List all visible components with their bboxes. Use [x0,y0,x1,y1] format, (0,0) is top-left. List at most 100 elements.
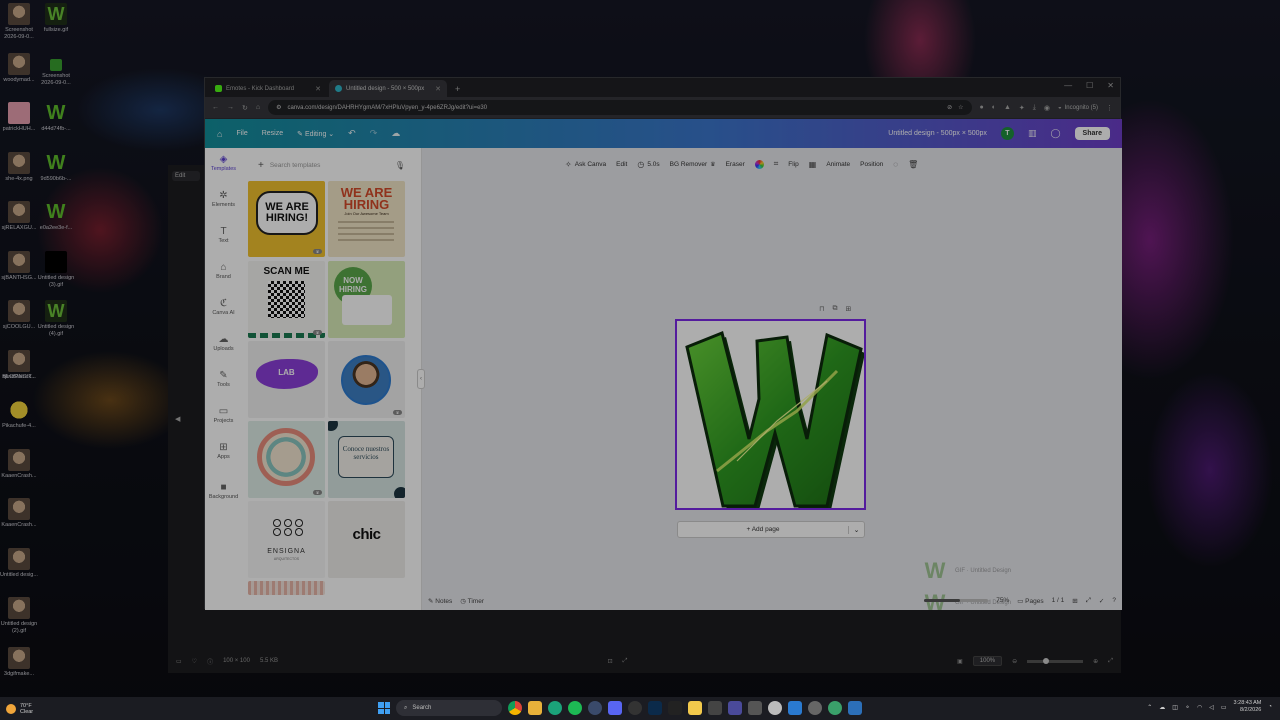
download-icon[interactable]: ⤓ [1033,104,1036,112]
back-icon[interactable]: ← [212,104,219,111]
desktop-file-icon[interactable]: Wfullsize.gif [37,3,75,34]
zoom-out-icon[interactable]: ⊖ [1012,658,1017,665]
nav-tools[interactable]: ✎ Tools [205,364,242,400]
desktop-file-icon[interactable]: sjCOOLGU... [0,300,38,331]
desktop-file-icon[interactable]: KaaenCrash... [0,448,38,480]
steam-icon[interactable] [588,701,602,715]
nav-brand[interactable]: ⌂ Brand [205,256,242,292]
transparency-icon[interactable]: ▦ [809,160,817,169]
extensions-puzzle-icon[interactable]: ✦ [1019,104,1025,112]
home-icon[interactable]: ⌂ [256,104,260,111]
check-icon[interactable]: ✓ [1099,597,1104,605]
outer-edit-button[interactable]: Edit [172,171,200,181]
desktop-file-icon[interactable]: sjBANTHSG... [0,250,38,282]
color-swatch-icon[interactable] [754,159,764,169]
desktop-file-icon[interactable]: 3dgifmake... [0,646,38,678]
outer-zoom-select[interactable]: 100% [972,656,1003,666]
desktop-file-icon[interactable]: patrickHUH... [0,102,38,133]
screen-icon[interactable]: ▣ [957,658,963,665]
template-card[interactable]: ♛ [248,421,325,498]
sticky-notes-icon[interactable] [688,701,702,715]
green-w-letter[interactable] [677,321,866,510]
clock[interactable]: 3:28:43 AM 8/2/2026 [1234,700,1262,714]
vscode-icon[interactable] [728,701,742,715]
new-tab-button[interactable]: + [449,84,466,97]
template-card[interactable]: SCAN ME ♛ [248,261,325,338]
duration-button[interactable]: ◷ 5.0s [637,160,659,169]
nav-apps[interactable]: ⊞ Apps [205,436,242,472]
desktop-file-icon[interactable]: Untitled design (2).gif [0,597,38,635]
desktop-file-icon[interactable]: Wd44d74fb-... [37,102,75,133]
template-card[interactable]: NOW HIRING [328,261,405,338]
spotify-icon[interactable] [568,701,582,715]
incognito-badge[interactable]: ◒ Incognito (5) [1058,105,1098,111]
desktop-file-icon[interactable]: she-4x.png [0,151,38,183]
nav-projects[interactable]: ▭ Projects [205,400,242,436]
chevron-up-icon[interactable]: ⌃ [1147,704,1152,711]
document-title[interactable]: Untitled design - 500px × 500px [888,130,987,137]
photoshop-icon[interactable] [648,701,662,715]
nav-background[interactable]: ■ Background [205,476,242,512]
windows-start-icon[interactable] [378,702,390,714]
menu-icon[interactable]: ⋮ [1106,104,1113,112]
extension-icon[interactable]: ● [980,104,984,111]
desktop-file-icon[interactable]: W Untitled design (4).gif [37,300,75,338]
crop-icon[interactable]: ⊡ [608,658,613,665]
reload-icon[interactable]: ↻ [242,104,248,112]
microphone-icon[interactable]: 🎙︎ [395,161,405,170]
add-page-button[interactable]: + Add page [678,526,848,533]
close-window-icon[interactable]: ✕ [1107,81,1114,90]
eraser-button[interactable]: Eraser [726,161,745,168]
nav-uploads[interactable]: ☁ Uploads [205,328,242,364]
fullscreen-icon[interactable]: ⤢ [1086,597,1091,605]
wifi-icon[interactable]: ◠ [1197,704,1202,711]
nav-text[interactable]: T Text [205,220,242,256]
zoom-percentage[interactable]: 75% [996,597,1009,604]
grid-view-icon[interactable]: ⊞ [1072,597,1077,605]
desktop-file-icon[interactable]: Pikachufe-4... [0,399,38,430]
collapse-panel-handle[interactable]: ‹ [417,369,425,389]
undo-icon[interactable]: ↶ [348,128,356,139]
desktop-file-icon[interactable]: Screenshot 2026-09-0... [0,3,38,41]
template-card[interactable]: Conoce nuestros servicios [328,421,405,498]
site-info-icon[interactable]: ⚙ [276,104,281,111]
desktop-file-icon[interactable]: sjRELAXGU... [0,201,38,232]
discord-icon[interactable] [608,701,622,715]
edge-icon[interactable] [548,701,562,715]
crop-icon[interactable]: ⌗ [774,159,779,169]
extension-icon[interactable]: ◐ [992,104,996,111]
duplicate-page-icon[interactable]: ⧉ [832,305,837,313]
maximize-icon[interactable]: ☐ [1086,81,1093,90]
desktop-file-icon[interactable]: BlindPatrick... [0,349,38,381]
file-menu[interactable]: File [236,130,247,137]
close-tab-icon[interactable]: ✕ [435,85,441,93]
template-search[interactable]: + Search templates 🎙︎ [250,156,413,174]
app-icon[interactable] [808,701,822,715]
url-field[interactable]: ⚙ canva.com/design/DAHRHYgmAM/7xHPluVpye… [268,100,972,115]
design-canvas[interactable] [675,319,866,510]
zoom-in-icon[interactable]: ⊕ [1093,658,1098,665]
tab-canva-design[interactable]: Untitled design - 500 × 500px ✕ [329,80,447,97]
desktop-file-icon[interactable]: W 9d590b6b-... [37,152,75,183]
mic-icon[interactable]: ⚬ [1185,704,1190,711]
add-page-icon[interactable]: ⊞ [845,305,851,313]
home-icon[interactable]: ⌂ [217,129,222,139]
nav-elements[interactable]: ✲ Elements [205,184,242,220]
template-card[interactable]: LAB [248,341,325,418]
template-card[interactable]: chic [328,501,405,578]
fullscreen-icon[interactable]: ⤢ [1108,658,1113,665]
share-button[interactable]: Share [1074,127,1110,140]
extension-icon[interactable]: ▲ [1004,104,1011,111]
edit-button[interactable]: Edit [616,161,627,168]
taskbar-search[interactable]: ⌕ Search [396,700,502,716]
ask-canva-button[interactable]: ✧ Ask Canva [565,160,606,169]
help-icon[interactable]: ? [1112,597,1116,604]
expand-icon[interactable]: ⤢ [623,658,628,665]
network-icon[interactable]: ◫ [1172,704,1178,711]
user-avatar[interactable]: T [1000,127,1014,140]
nav-canva-ai[interactable]: ℭ Canva AI [205,292,242,328]
collapse-arrow-icon[interactable]: ◀ [175,415,180,423]
desktop-file-icon[interactable]: Untitled design (3).gif [37,250,75,289]
comment-icon[interactable]: ◯ [1050,128,1060,139]
desktop-file-icon[interactable]: We0a2ee3e-f... [37,201,75,232]
